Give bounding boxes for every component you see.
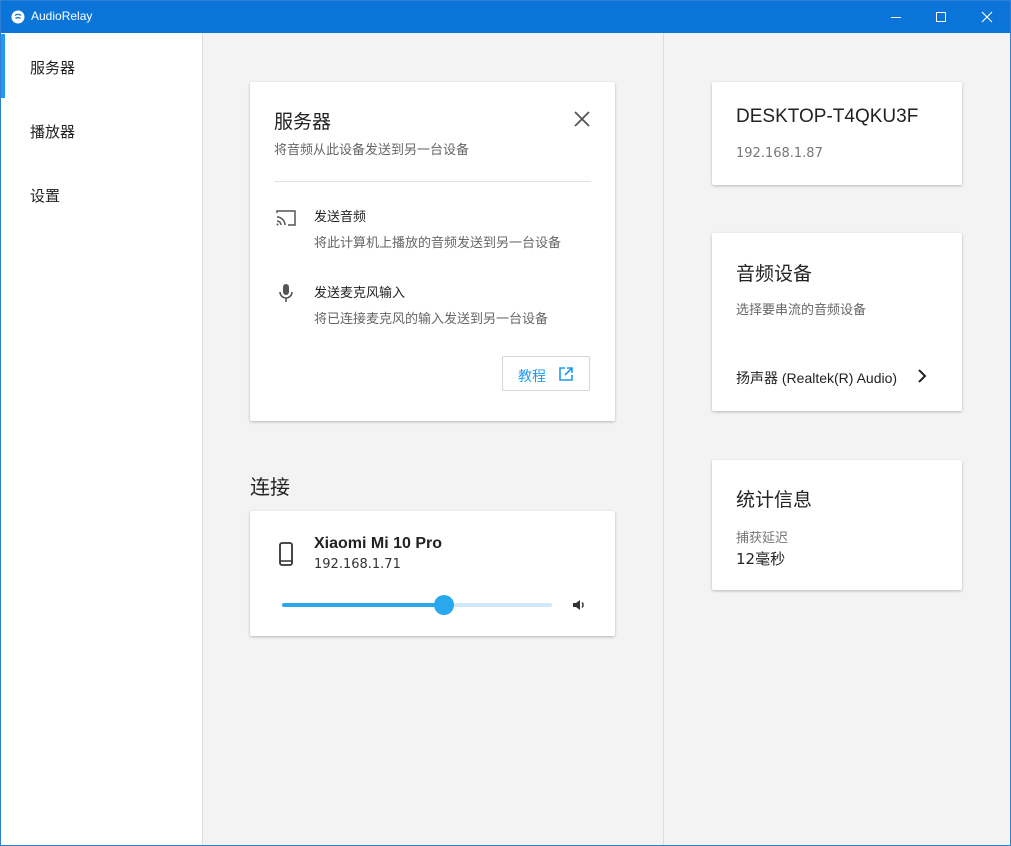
card-divider <box>274 181 591 182</box>
stats-title: 统计信息 <box>736 489 813 511</box>
chevron-right-icon[interactable] <box>916 369 928 383</box>
close-icon[interactable] <box>573 110 591 128</box>
host-card: DESKTOP-T4QKU3F 192.168.1.87 <box>712 82 962 185</box>
audio-devices-title: 音频设备 <box>736 263 813 285</box>
tutorial-button[interactable]: 教程 <box>502 356 590 391</box>
app-logo-icon <box>11 10 25 24</box>
volume-icon[interactable] <box>571 597 587 613</box>
server-card: 服务器 将音频从此设备发送到另一台设备 发送音频 将此计算机上播放的音频发送到另… <box>250 82 615 421</box>
server-card-subtitle: 将音频从此设备发送到另一台设备 <box>274 143 470 158</box>
sidebar-item-player[interactable]: 播放器 <box>1 98 202 162</box>
server-card-title: 服务器 <box>274 111 332 133</box>
host-ip: 192.168.1.87 <box>736 146 823 161</box>
sidebar-item-label: 服务器 <box>30 59 76 77</box>
close-window-icon <box>981 11 993 23</box>
sidebar-item-label: 播放器 <box>30 123 76 141</box>
tutorial-button-label: 教程 <box>518 369 546 385</box>
column-divider <box>663 33 664 845</box>
close-window-button[interactable] <box>964 1 1010 33</box>
feature-title: 发送音频 <box>314 210 367 225</box>
minimize-icon <box>891 17 901 18</box>
device-ip: 192.168.1.71 <box>314 557 401 572</box>
audio-devices-subtitle: 选择要串流的音频设备 <box>736 303 867 318</box>
title-bar[interactable]: AudioRelay <box>1 1 1010 33</box>
stats-card: 统计信息 捕获延迟 12毫秒 <box>712 460 962 590</box>
volume-slider-fill <box>282 603 444 607</box>
feature-title: 发送麦克风输入 <box>314 286 406 301</box>
capture-latency-label: 捕获延迟 <box>736 531 789 546</box>
host-name: DESKTOP-T4QKU3F <box>736 106 919 127</box>
feature-description: 将已连接麦克风的输入发送到另一台设备 <box>314 312 549 327</box>
capture-latency-value: 12毫秒 <box>736 550 786 568</box>
feature-description: 将此计算机上播放的音频发送到另一台设备 <box>314 236 562 251</box>
microphone-icon <box>279 284 293 302</box>
audio-devices-card: 音频设备 选择要串流的音频设备 扬声器 (Realtek(R) Audio) <box>712 233 962 411</box>
app-window: AudioRelay 服务器 播放器 设置 服务器 将音频从此设备发送到另一台设… <box>0 0 1011 846</box>
window-title: AudioRelay <box>31 9 93 23</box>
volume-slider-thumb[interactable] <box>434 595 454 615</box>
selected-audio-device[interactable]: 扬声器 (Realtek(R) Audio) <box>736 368 897 388</box>
sidebar-item-label: 设置 <box>30 187 61 205</box>
sidebar-item-server[interactable]: 服务器 <box>1 34 202 98</box>
smartphone-icon <box>279 542 293 566</box>
cast-icon <box>276 210 296 226</box>
maximize-button[interactable] <box>918 1 964 33</box>
sidebar: 服务器 播放器 设置 <box>1 33 203 845</box>
maximize-icon <box>936 12 946 22</box>
volume-slider[interactable] <box>282 595 552 615</box>
device-name: Xiaomi Mi 10 Pro <box>314 535 443 552</box>
minimize-button[interactable] <box>873 1 919 33</box>
external-link-icon <box>559 367 573 381</box>
connection-card[interactable]: Xiaomi Mi 10 Pro 192.168.1.71 <box>250 511 615 636</box>
sidebar-item-settings[interactable]: 设置 <box>1 162 202 226</box>
connections-heading: 连接 <box>250 475 290 499</box>
